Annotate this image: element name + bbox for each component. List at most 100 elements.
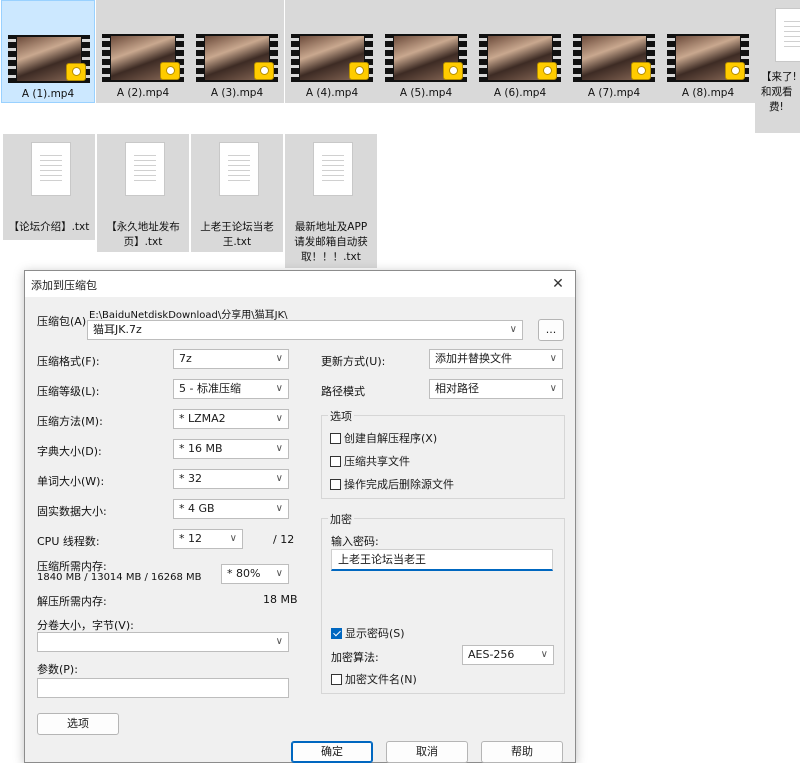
video-thumbnail (196, 34, 278, 82)
checkbox-box[interactable] (330, 455, 341, 467)
file-name-line: 【来了! (761, 71, 797, 83)
format-value: 7z (179, 352, 192, 365)
chevron-down-icon: ∨ (229, 533, 237, 544)
chevron-down-icon: ∨ (275, 473, 283, 484)
delete-source-checkbox[interactable]: 操作完成后删除源文件 (330, 476, 454, 492)
password-input[interactable]: 上老王论坛当老王 (331, 549, 553, 571)
checkbox-box[interactable] (330, 432, 341, 444)
file-name-line: 取！！！.txt (301, 251, 361, 263)
checkbox-box[interactable] (330, 478, 341, 490)
close-icon[interactable]: ✕ (547, 273, 569, 295)
file-name-line: 最新地址及APP (294, 221, 368, 233)
shared-checkbox[interactable]: 压缩共享文件 (330, 453, 410, 469)
file-tile-text[interactable]: 上老王论坛当老 王.txt (191, 134, 283, 252)
chevron-down-icon: ∨ (275, 383, 283, 394)
file-tile-video[interactable]: A (7).mp4 (567, 0, 661, 103)
file-tile-text[interactable]: 最新地址及APP 请发邮箱自动获 取！！！.txt (285, 134, 377, 268)
enc-method-value: AES-256 (468, 648, 515, 661)
solid-select[interactable]: * 4 GB ∨ (173, 499, 289, 519)
shared-label: 压缩共享文件 (344, 455, 410, 468)
file-tile-video[interactable]: A (2).mp4 (96, 0, 190, 103)
player-badge-icon (160, 62, 180, 80)
cpu-select[interactable]: * 12 ∨ (173, 529, 243, 549)
file-name-line: 【永久地址发布 (106, 221, 180, 233)
file-tile-video[interactable]: A (3).mp4 (190, 0, 284, 103)
format-label: 压缩格式(F): (37, 355, 100, 368)
options-group: 选项 创建自解压程序(X) 压缩共享文件 操作完成后删除源文件 (321, 408, 565, 499)
method-label: 压缩方法(M): (37, 415, 103, 428)
chevron-down-icon: ∨ (275, 503, 283, 514)
word-select[interactable]: * 32 ∨ (173, 469, 289, 489)
show-password-checkbox[interactable]: 显示密码(S) (331, 625, 405, 641)
file-name-line: 王.txt (222, 236, 252, 248)
chevron-down-icon: ∨ (275, 353, 283, 364)
method-select[interactable]: * LZMA2 ∨ (173, 409, 289, 429)
split-select[interactable]: ∨ (37, 632, 289, 652)
sfx-checkbox[interactable]: 创建自解压程序(X) (330, 430, 437, 446)
encrypt-names-checkbox[interactable]: 加密文件名(N) (331, 671, 417, 687)
word-label: 单词大小(W): (37, 475, 105, 488)
player-badge-icon (725, 62, 745, 80)
cancel-button[interactable]: 取消 (386, 741, 468, 763)
file-name: A (6).mp4 (493, 87, 547, 99)
cpu-total: / 12 (273, 533, 295, 546)
add-to-archive-dialog: 添加到压缩包 ✕ 压缩包(A) E:\BaiduNetdiskDownload\… (24, 270, 576, 763)
chevron-down-icon: ∨ (275, 636, 283, 647)
checkbox-box[interactable] (331, 673, 342, 685)
sfx-label: 创建自解压程序(X) (344, 432, 438, 445)
player-badge-icon (254, 62, 274, 80)
player-badge-icon (66, 63, 86, 81)
path-mode-select[interactable]: 相对路径 ∨ (429, 379, 563, 399)
update-select[interactable]: 添加并替换文件 ∨ (429, 349, 563, 369)
video-thumbnail (573, 34, 655, 82)
format-select[interactable]: 7z ∨ (173, 349, 289, 369)
file-tile-text-partial[interactable]: 【来了! 和观看 费! (755, 0, 800, 133)
enc-method-select[interactable]: AES-256 ∨ (462, 645, 554, 665)
file-tile-video[interactable]: A (8).mp4 (661, 0, 755, 103)
help-button[interactable]: 帮助 (481, 741, 563, 763)
text-file-icon (313, 142, 353, 196)
file-name-line: 请发邮箱自动获 (294, 236, 368, 248)
file-name-line: 上老王论坛当老 (200, 221, 274, 233)
chevron-down-icon: ∨ (540, 649, 548, 660)
archive-label: 压缩包(A) (37, 315, 87, 328)
browse-button[interactable]: ... (538, 319, 564, 341)
word-value: * 32 (179, 472, 202, 485)
text-file-icon (219, 142, 259, 196)
file-tile-video[interactable]: A (6).mp4 (473, 0, 567, 103)
file-name: A (1).mp4 (21, 88, 75, 100)
show-password-label: 显示密码(S) (345, 627, 405, 640)
params-input[interactable] (37, 678, 289, 698)
options-button[interactable]: 选项 (37, 713, 119, 735)
text-file-icon (125, 142, 165, 196)
dict-label: 字典大小(D): (37, 445, 102, 458)
file-tile-video[interactable]: A (4).mp4 (285, 0, 379, 103)
file-name: A (5).mp4 (399, 87, 453, 99)
archive-name-combo[interactable]: 猫耳JK.7z ∨ (87, 320, 523, 340)
file-tile-text[interactable]: 【论坛介绍】.txt (3, 134, 95, 240)
mem-detail: 1840 MB / 13014 MB / 16268 MB (37, 572, 202, 583)
video-thumbnail (8, 35, 90, 83)
decomp-label: 解压所需内存: (37, 595, 107, 608)
mem-select[interactable]: * 80% ∨ (221, 564, 289, 584)
mem-value: * 80% (227, 567, 261, 580)
chevron-down-icon: ∨ (275, 568, 283, 579)
video-thumbnail (102, 34, 184, 82)
method-value: * LZMA2 (179, 412, 226, 425)
level-select[interactable]: 5 - 标准压缩 ∨ (173, 379, 289, 399)
dict-select[interactable]: * 16 MB ∨ (173, 439, 289, 459)
text-file-icon (775, 8, 800, 62)
file-name-line: 【论坛介绍】.txt (8, 221, 90, 233)
file-tile-text[interactable]: 【永久地址发布 页】.txt (97, 134, 189, 252)
checkbox-box[interactable] (331, 627, 342, 639)
file-name-line: 和观看 (761, 86, 793, 98)
chevron-down-icon: ∨ (509, 324, 517, 335)
file-tile-video[interactable]: A (5).mp4 (379, 0, 473, 103)
archive-path: E:\BaiduNetdiskDownload\分享用\猫耳JK\ (89, 310, 288, 321)
video-thumbnail (667, 34, 749, 82)
file-name: A (2).mp4 (116, 87, 170, 99)
ok-button[interactable]: 确定 (291, 741, 373, 763)
file-name: A (7).mp4 (587, 87, 641, 99)
file-tile-video[interactable]: A (1).mp4 (1, 0, 95, 103)
path-mode-label: 路径模式 (321, 385, 365, 398)
